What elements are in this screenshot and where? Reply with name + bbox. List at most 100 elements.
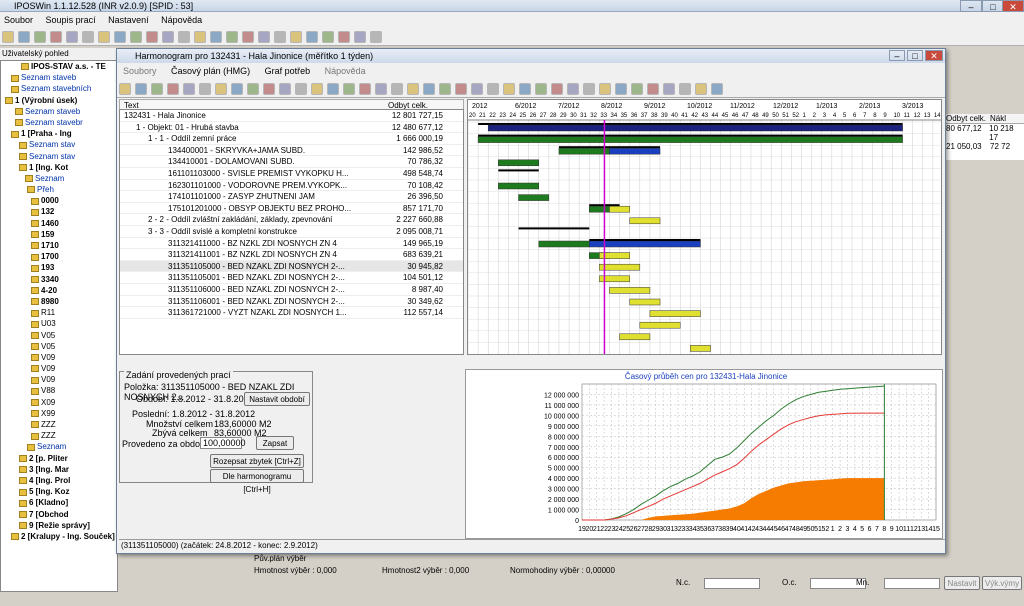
toolbar-icon[interactable] (370, 31, 382, 43)
tree-node[interactable]: 132 (1, 206, 117, 217)
toolbar-icon[interactable] (119, 83, 131, 95)
gantt-bar[interactable] (589, 240, 701, 248)
toolbar-icon[interactable] (519, 83, 531, 95)
gantt-bar[interactable] (518, 194, 550, 201)
project-tree[interactable]: IPOS-STAV a.s. - TE Seznam staveb Seznam s… (0, 60, 118, 592)
tree-node[interactable]: 9 [Režie správy] (1, 520, 117, 531)
tree-node[interactable]: Seznam stav (1, 151, 117, 162)
wmenu-soubory[interactable]: Soubory (123, 66, 157, 76)
gantt-bar[interactable] (477, 136, 903, 143)
table-row[interactable]: 174101101000 - ZASYP ZHUTNENI JAM 26 396,… (120, 191, 463, 203)
toolbar-icon[interactable] (583, 83, 595, 95)
gantt-bar[interactable] (538, 240, 590, 248)
gantt-bar[interactable] (609, 287, 651, 294)
toolbar-icon[interactable] (423, 83, 435, 95)
toolbar-icon[interactable] (263, 83, 275, 95)
gantt-bar[interactable] (478, 123, 903, 125)
table-row[interactable]: 311321411001 - BZ NZKL ZDI NOSNYCH ZN 4 6… (120, 249, 463, 261)
tree-node[interactable]: V09 (1, 374, 117, 385)
table-row[interactable]: 161101103000 - SVISLE PREMIST VYKOPKU H.… (120, 168, 463, 180)
toolbar-icon[interactable] (535, 83, 547, 95)
nastavit-obdobi-button[interactable]: Nastavit období (244, 392, 310, 406)
table-row[interactable]: 175101201000 - OBSYP OBJEKTU BEZ PROHO..… (120, 203, 463, 215)
toolbar-icon[interactable] (199, 83, 211, 95)
table-row[interactable]: 311351105001 - BED NZAKL ZDI NOSNYCH 2-.… (120, 272, 463, 284)
tree-node[interactable]: X99 (1, 408, 117, 419)
toolbar-icon[interactable] (162, 31, 174, 43)
nc-input[interactable] (704, 578, 760, 589)
tree-node[interactable]: 8980 (1, 296, 117, 307)
toolbar-icon[interactable] (151, 83, 163, 95)
toolbar-icon[interactable] (631, 83, 643, 95)
tree-node[interactable]: 5 [Ing. Koz (1, 486, 117, 497)
toolbar-icon[interactable] (178, 31, 190, 43)
tree-node[interactable]: 4 [Ing. Prol (1, 475, 117, 486)
toolbar-icon[interactable] (679, 83, 691, 95)
toolbar-icon[interactable] (551, 83, 563, 95)
toolbar-icon[interactable] (242, 31, 254, 43)
gantt-bar[interactable] (487, 124, 903, 132)
gantt-bar[interactable] (558, 147, 610, 155)
table-row[interactable]: 1 - Objekt: 01 - Hrubá stavba 12 480 677,… (120, 122, 463, 134)
toolbar-icon[interactable] (695, 83, 707, 95)
tree-node[interactable]: Přeh (1, 184, 117, 195)
menu-soubor[interactable]: Soubor (4, 15, 33, 25)
win-close-button[interactable]: ✕ (925, 50, 943, 61)
provedeno-input[interactable]: 100,00000 (200, 437, 246, 449)
item-grid[interactable]: 132431 - Hala Jinonice 12 801 727,15 1 - O… (119, 109, 464, 355)
table-row[interactable]: 311351106001 - BED NZAKL ZDI NOSNYCH 2-.… (120, 296, 463, 308)
dle-harmonogramu-button[interactable]: Dle harmonogramu [Ctrl+H] (210, 469, 304, 494)
gantt-bar[interactable] (599, 263, 641, 271)
gantt-bar[interactable] (518, 227, 590, 230)
gantt-bar[interactable] (609, 205, 630, 213)
tree-node[interactable]: 193 (1, 262, 117, 273)
tree-node[interactable]: 3 [Ing. Mar (1, 464, 117, 475)
toolbar-icon[interactable] (183, 83, 195, 95)
table-row[interactable]: 311321411000 - BZ NZKL ZDI NOSNYCH ZN 4 1… (120, 238, 463, 250)
tree-node[interactable]: 1710 (1, 240, 117, 251)
toolbar-icon[interactable] (322, 31, 334, 43)
menu-soupis[interactable]: Soupis prací (46, 15, 96, 25)
wmenu-napoveda[interactable]: Nápověda (325, 66, 366, 76)
rozepsat-button[interactable]: Rozepsat zbytek [Ctrl+Z] (210, 454, 304, 468)
tree-node[interactable]: 0000 (1, 195, 117, 206)
toolbar-icon[interactable] (338, 31, 350, 43)
tree-node[interactable]: V88 (1, 385, 117, 396)
toolbar-icon[interactable] (375, 83, 387, 95)
table-row[interactable]: 1 - 1 - Oddíl zemní práce 1 666 000,19 (120, 133, 463, 145)
gantt-bar[interactable] (609, 147, 661, 155)
win-min-button[interactable]: – (889, 50, 905, 61)
table-row[interactable]: 311351105000 - BED NZAKL ZDI NOSNYCH 2-.… (120, 260, 463, 273)
toolbar-icon[interactable] (359, 83, 371, 95)
toolbar-icon[interactable] (114, 31, 126, 43)
tree-node[interactable]: 3340 (1, 274, 117, 285)
tree-node[interactable]: 1 [Ing. Kot (1, 162, 117, 173)
tree-node[interactable]: Seznam staveb (1, 72, 117, 83)
table-row[interactable]: 2 - 2 - Oddíl zvláštní zakládání, základ… (120, 214, 463, 226)
tree-node[interactable]: V05 (1, 330, 117, 341)
tree-node[interactable]: IPOS-STAV a.s. - TE (1, 61, 117, 72)
mn-input[interactable] (884, 578, 940, 589)
tree-node[interactable]: V09 (1, 363, 117, 374)
toolbar-icon[interactable] (295, 83, 307, 95)
gantt-bar[interactable] (498, 159, 539, 167)
minimize-button[interactable]: – (960, 0, 982, 12)
tree-node[interactable]: 7 [Obchod (1, 509, 117, 520)
toolbar-icon[interactable] (279, 83, 291, 95)
toolbar-icon[interactable] (215, 83, 227, 95)
gantt-bar[interactable] (558, 146, 661, 149)
tree-node[interactable]: 159 (1, 229, 117, 240)
tree-node[interactable]: X09 (1, 397, 117, 408)
toolbar-icon[interactable] (306, 31, 318, 43)
tree-node[interactable]: Seznam staveb (1, 106, 117, 117)
toolbar-icon[interactable] (82, 31, 94, 43)
toolbar-icon[interactable] (439, 83, 451, 95)
toolbar-icon[interactable] (258, 31, 270, 43)
toolbar-icon[interactable] (18, 31, 30, 43)
tree-node[interactable]: ZZZ (1, 430, 117, 441)
toolbar-icon[interactable] (194, 31, 206, 43)
tree-node[interactable]: V05 (1, 341, 117, 352)
toolbar-icon[interactable] (599, 83, 611, 95)
toolbar-icon[interactable] (210, 31, 222, 43)
wmenu-casovy[interactable]: Časový plán (HMG) (171, 66, 250, 76)
